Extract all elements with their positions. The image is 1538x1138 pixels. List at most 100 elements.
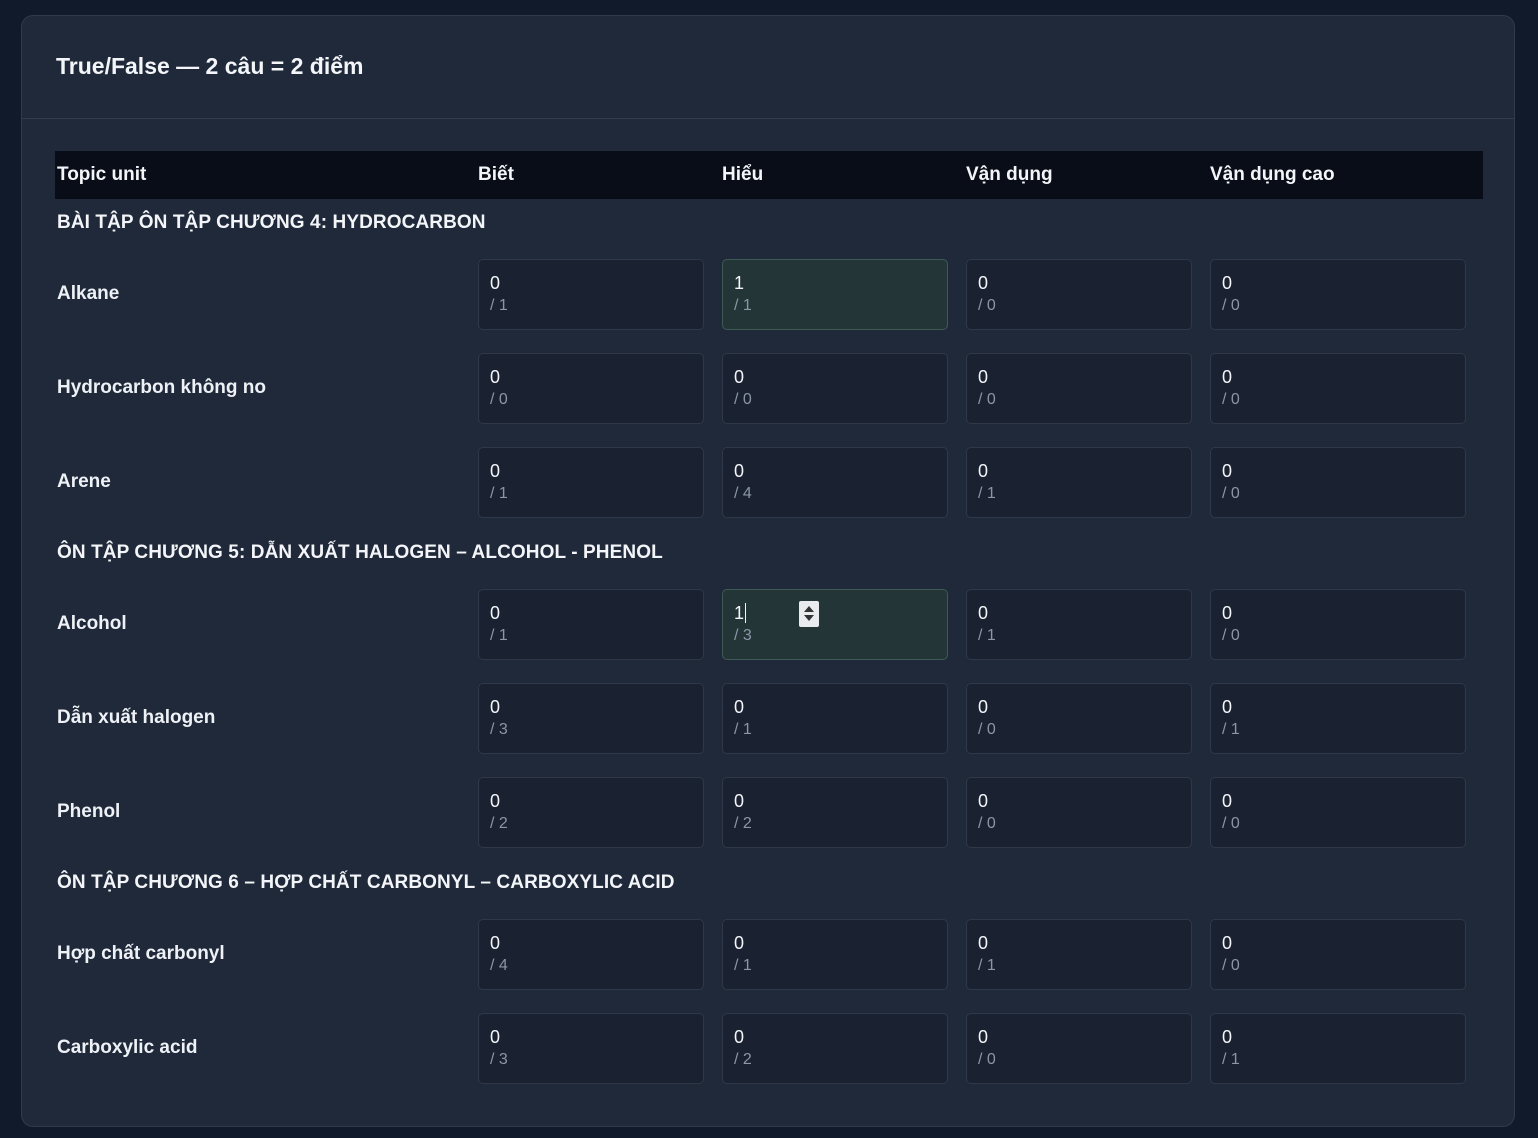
max-available: / 1 <box>978 956 996 974</box>
cell-van-dung: 0/ 0 <box>966 776 1210 848</box>
count-input-hieu[interactable]: 0/ 1 <box>722 682 948 754</box>
count-input-biet[interactable]: 0/ 3 <box>478 682 704 754</box>
decrement-arrow-icon[interactable] <box>804 615 814 621</box>
max-available: / 1 <box>1222 1050 1240 1068</box>
count-value[interactable]: 0 <box>978 697 1191 717</box>
max-available: / 1 <box>734 956 752 974</box>
count-value[interactable]: 0 <box>734 1027 947 1047</box>
topic-unit-label: Hydrocarbon không no <box>57 377 266 398</box>
count-value[interactable]: 0 <box>490 1027 703 1047</box>
count-input-van-dung-cao[interactable]: 0/ 0 <box>1210 352 1466 424</box>
max-available: / 0 <box>1222 390 1240 408</box>
max-available: / 0 <box>490 390 508 408</box>
count-value[interactable]: 0 <box>978 933 1191 953</box>
count-input-van-dung[interactable]: 0/ 0 <box>966 682 1192 754</box>
count-input-van-dung-cao[interactable]: 0/ 0 <box>1210 258 1466 330</box>
count-input-biet[interactable]: 0/ 1 <box>478 588 704 660</box>
count-input-hieu[interactable]: 0/ 4 <box>722 446 948 518</box>
count-value[interactable]: 0 <box>490 273 703 293</box>
count-value[interactable]: 0 <box>1222 697 1465 717</box>
count-input-biet[interactable]: 0/ 1 <box>478 446 704 518</box>
max-available: / 1 <box>490 484 508 502</box>
cell-biet: 0/ 1 <box>478 588 722 660</box>
cell-van-dung: 0/ 0 <box>966 1012 1210 1084</box>
count-input-van-dung-cao[interactable]: 0/ 1 <box>1210 1012 1466 1084</box>
count-value[interactable]: 0 <box>490 791 703 811</box>
table-row: Carboxylic acid 0/ 3 0/ 2 0/ 0 0/ 1 <box>55 1001 1483 1095</box>
count-value[interactable]: 0 <box>978 1027 1191 1047</box>
count-value[interactable]: 1 <box>734 273 947 293</box>
count-input-van-dung[interactable]: 0/ 1 <box>966 446 1192 518</box>
header-van-dung: Vận dụng <box>966 164 1053 185</box>
count-value[interactable]: 0 <box>978 461 1191 481</box>
count-input-hieu[interactable]: 0/ 2 <box>722 776 948 848</box>
cell-biet: 0/ 4 <box>478 918 722 990</box>
count-input-van-dung-cao[interactable]: 0/ 0 <box>1210 446 1466 518</box>
count-input-van-dung[interactable]: 0/ 0 <box>966 258 1192 330</box>
cell-hieu: 0/ 2 <box>722 776 966 848</box>
table-row: Alcohol 0/ 1 1/ 3 0/ 1 0/ 0 <box>55 577 1483 671</box>
count-value[interactable]: 0 <box>1222 791 1465 811</box>
count-input-hieu[interactable]: 1/ 1 <box>722 258 948 330</box>
count-value[interactable]: 0 <box>978 603 1191 623</box>
cell-van-dung-cao: 0/ 0 <box>1210 918 1466 990</box>
table-row: Hydrocarbon không no 0/ 0 0/ 0 0/ 0 0/ 0 <box>55 341 1483 435</box>
max-available: / 0 <box>1222 814 1240 832</box>
count-value[interactable]: 0 <box>978 791 1191 811</box>
count-value[interactable]: 0 <box>490 697 703 717</box>
count-value[interactable]: 0 <box>978 367 1191 387</box>
count-input-hieu[interactable]: 0/ 2 <box>722 1012 948 1084</box>
count-value[interactable]: 1 <box>734 602 947 623</box>
count-value[interactable]: 0 <box>490 367 703 387</box>
count-value[interactable]: 0 <box>490 933 703 953</box>
count-input-van-dung-cao[interactable]: 0/ 0 <box>1210 776 1466 848</box>
count-value[interactable]: 0 <box>1222 603 1465 623</box>
cell-van-dung: 0/ 0 <box>966 258 1210 330</box>
count-value[interactable]: 0 <box>1222 1027 1465 1047</box>
count-value[interactable]: 0 <box>490 461 703 481</box>
count-value[interactable]: 0 <box>734 697 947 717</box>
count-value[interactable]: 0 <box>1222 367 1465 387</box>
cell-biet: 0/ 2 <box>478 776 722 848</box>
count-value[interactable]: 0 <box>734 933 947 953</box>
count-input-hieu[interactable]: 0/ 1 <box>722 918 948 990</box>
count-input-biet[interactable]: 0/ 2 <box>478 776 704 848</box>
count-input-hieu[interactable]: 1/ 3 <box>722 588 948 660</box>
count-input-van-dung[interactable]: 0/ 1 <box>966 588 1192 660</box>
cell-van-dung-cao: 0/ 1 <box>1210 682 1466 754</box>
cell-hieu: 0/ 1 <box>722 918 966 990</box>
count-input-van-dung-cao[interactable]: 0/ 0 <box>1210 588 1466 660</box>
count-input-biet[interactable]: 0/ 1 <box>478 258 704 330</box>
count-input-van-dung[interactable]: 0/ 0 <box>966 776 1192 848</box>
count-input-van-dung-cao[interactable]: 0/ 1 <box>1210 682 1466 754</box>
count-value[interactable]: 0 <box>734 367 947 387</box>
count-value[interactable]: 0 <box>978 273 1191 293</box>
max-available: / 0 <box>734 390 752 408</box>
count-input-van-dung[interactable]: 0/ 0 <box>966 352 1192 424</box>
count-input-biet[interactable]: 0/ 3 <box>478 1012 704 1084</box>
count-input-van-dung-cao[interactable]: 0/ 0 <box>1210 918 1466 990</box>
count-value[interactable]: 0 <box>1222 273 1465 293</box>
increment-arrow-icon[interactable] <box>804 606 814 612</box>
count-value[interactable]: 0 <box>1222 933 1465 953</box>
count-input-biet[interactable]: 0/ 4 <box>478 918 704 990</box>
count-value[interactable]: 0 <box>734 461 947 481</box>
count-value[interactable]: 0 <box>734 791 947 811</box>
max-available: / 1 <box>734 720 752 738</box>
header-van-dung-cao: Vận dụng cao <box>1210 164 1335 185</box>
count-value[interactable]: 0 <box>1222 461 1465 481</box>
count-input-biet[interactable]: 0/ 0 <box>478 352 704 424</box>
cell-hieu: 0/ 1 <box>722 682 966 754</box>
count-value[interactable]: 0 <box>490 603 703 623</box>
max-available: / 1 <box>1222 720 1240 738</box>
header-topic-unit: Topic unit <box>57 164 147 185</box>
count-input-van-dung[interactable]: 0/ 0 <box>966 1012 1192 1084</box>
count-input-van-dung[interactable]: 0/ 1 <box>966 918 1192 990</box>
topic-unit-label: Carboxylic acid <box>57 1037 198 1058</box>
cell-van-dung-cao: 0/ 0 <box>1210 446 1466 518</box>
text-caret <box>745 602 747 623</box>
number-stepper[interactable] <box>799 600 819 627</box>
count-input-hieu[interactable]: 0/ 0 <box>722 352 948 424</box>
cell-hieu: 1/ 1 <box>722 258 966 330</box>
cell-van-dung: 0/ 0 <box>966 352 1210 424</box>
